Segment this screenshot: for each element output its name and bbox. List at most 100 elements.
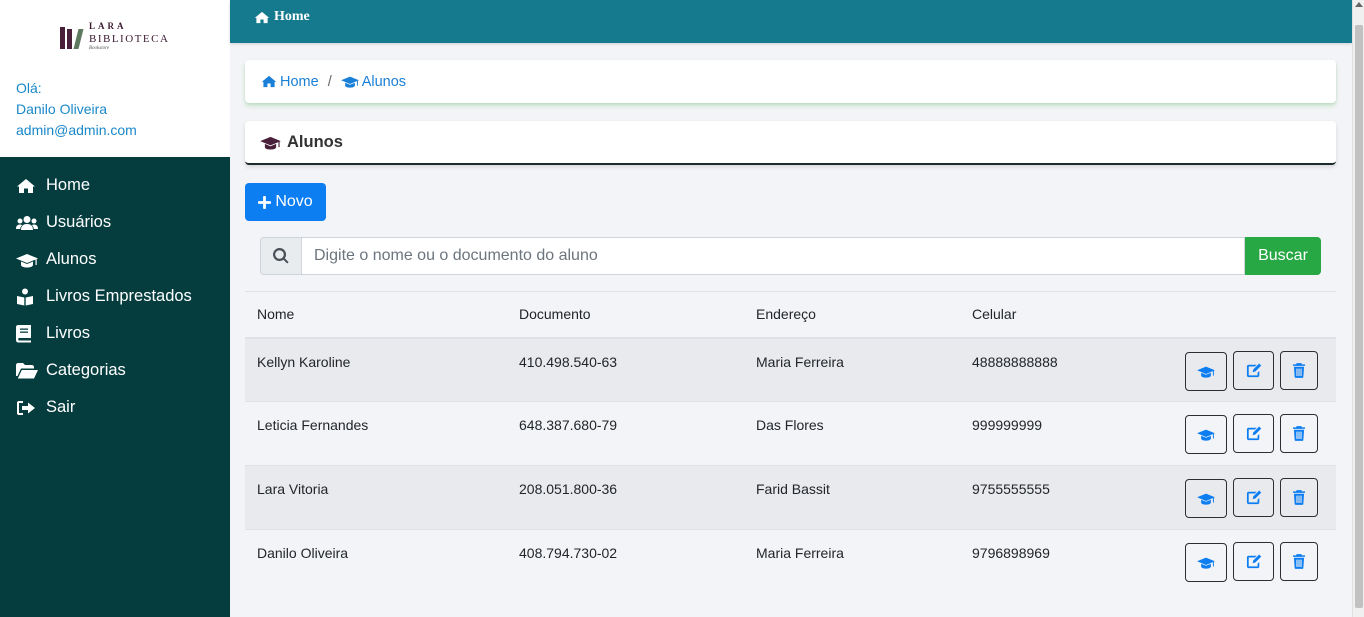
breadcrumb: Home / Alunos	[245, 60, 1336, 103]
cell-documento: 208.051.800-36	[519, 481, 618, 497]
sidebar-item-label: Home	[46, 176, 91, 194]
breadcrumb-alunos-link[interactable]: Alunos	[340, 73, 407, 90]
sidebar-item-label: Alunos	[46, 250, 97, 268]
page-title: Alunos	[287, 132, 343, 151]
table-row: Kellyn Karoline 410.498.540-63 Maria Fer…	[245, 337, 1336, 402]
page-title-card: Alunos	[245, 121, 1336, 165]
view-student-button[interactable]	[1185, 543, 1228, 582]
new-student-button[interactable]: Novo	[245, 183, 326, 221]
cell-actions	[1170, 338, 1336, 402]
breadcrumb-separator: /	[327, 73, 332, 90]
graduation-cap-icon	[1197, 366, 1216, 378]
trash-icon	[1293, 362, 1305, 378]
delete-student-button[interactable]	[1280, 542, 1318, 581]
trash-icon	[1293, 490, 1305, 505]
sidebar-item-home[interactable]: Home	[0, 167, 230, 204]
trash-icon	[1293, 554, 1305, 569]
edit-icon	[1246, 490, 1261, 505]
delete-student-button[interactable]	[1280, 478, 1318, 517]
plus-icon	[258, 195, 272, 209]
delete-student-button[interactable]	[1280, 350, 1318, 390]
search-input[interactable]	[302, 237, 1245, 275]
view-student-button[interactable]	[1185, 415, 1228, 454]
graduation-cap-icon	[260, 136, 281, 150]
folder-open-icon	[16, 362, 38, 380]
breadcrumb-home-label: Home	[280, 73, 319, 90]
edit-student-button[interactable]	[1233, 478, 1275, 517]
sidebar-nav: Home Usuários Alunos Livros Emprestados …	[0, 157, 230, 426]
column-header-documento[interactable]: Documento	[507, 291, 744, 339]
sidebar-item-label: Categorias	[46, 361, 126, 379]
sidebar-item-sair[interactable]: Sair	[0, 389, 230, 426]
cell-documento: 408.794.730-02	[519, 545, 618, 561]
new-button-label: Novo	[275, 193, 313, 210]
cell-celular: 999999999	[972, 417, 1043, 433]
search-addon	[260, 237, 302, 275]
cell-documento: 410.498.540-63	[519, 353, 618, 370]
column-header-actions	[1170, 291, 1336, 339]
table-row: Leticia Fernandes 648.387.680-79 Das Flo…	[245, 401, 1336, 466]
cell-nome: Lara Vitoria	[257, 481, 329, 497]
cell-endereco: Maria Ferreira	[756, 545, 844, 561]
column-header-nome[interactable]: Nome	[245, 291, 507, 339]
scroll-thumb[interactable]	[1355, 25, 1363, 608]
home-icon	[254, 11, 270, 23]
search-bar: Buscar	[260, 237, 1321, 275]
view-student-button[interactable]	[1185, 351, 1228, 391]
graduation-cap-icon	[16, 251, 38, 269]
reader-icon	[16, 288, 38, 306]
search-button[interactable]: Buscar	[1245, 237, 1321, 275]
cell-actions	[1170, 402, 1336, 466]
edit-student-button[interactable]	[1233, 414, 1275, 453]
view-student-button[interactable]	[1185, 479, 1228, 518]
graduation-cap-icon	[1197, 429, 1216, 441]
table-row: Danilo Oliveira 408.794.730-02 Maria Fer…	[245, 529, 1336, 594]
edit-student-button[interactable]	[1233, 542, 1275, 581]
breadcrumb-home-link[interactable]: Home	[261, 74, 319, 90]
logo[interactable]: LARA BIBLIOTECA Bookstore	[60, 22, 169, 51]
sidebar-item-label: Livros	[46, 324, 91, 342]
sign-out-icon	[16, 399, 38, 417]
cell-endereco: Farid Bassit	[756, 481, 830, 497]
topbar-home-link[interactable]: Home	[254, 9, 310, 25]
scroll-up-arrow-icon[interactable]	[1355, 2, 1363, 7]
sidebar: LARA BIBLIOTECA Bookstore Olá: Danilo Ol…	[0, 0, 230, 617]
cell-nome: Leticia Fernandes	[257, 417, 369, 433]
greeting: Olá:	[16, 80, 42, 96]
sidebar-item-usuarios[interactable]: Usuários	[0, 204, 230, 241]
sidebar-item-livros[interactable]: Livros	[0, 315, 230, 352]
delete-student-button[interactable]	[1280, 414, 1318, 453]
books-logo-icon	[60, 25, 84, 49]
graduation-cap-icon	[1197, 557, 1216, 569]
sidebar-item-label: Usuários	[46, 213, 112, 231]
cell-actions	[1170, 530, 1336, 594]
logo-line-1: LARA	[89, 21, 127, 31]
cell-documento: 648.387.680-79	[519, 417, 618, 433]
sidebar-header: LARA BIBLIOTECA Bookstore Olá: Danilo Ol…	[0, 0, 230, 157]
trash-icon	[1293, 426, 1305, 441]
cell-nome: Kellyn Karoline	[257, 353, 351, 370]
logo-line-3: Bookstore	[89, 46, 110, 51]
vertical-scrollbar[interactable]	[1352, 0, 1364, 617]
edit-icon	[1246, 554, 1261, 569]
sidebar-item-categorias[interactable]: Categorias	[0, 352, 230, 389]
user-email: admin@admin.com	[16, 122, 137, 138]
edit-icon	[1246, 426, 1261, 441]
users-icon	[16, 214, 38, 232]
edit-icon	[1246, 363, 1261, 377]
home-icon	[16, 177, 38, 195]
sidebar-item-label: Sair	[46, 398, 76, 416]
sidebar-item-livros-emprestados[interactable]: Livros Emprestados	[0, 278, 230, 315]
home-icon	[261, 75, 277, 88]
search-icon	[273, 248, 289, 264]
column-header-endereco[interactable]: Endereço	[744, 291, 960, 339]
cell-celular: 48888888888	[972, 353, 1058, 370]
column-header-celular[interactable]: Celular	[960, 291, 1170, 339]
user-info: Olá: Danilo Oliveira admin@admin.com	[16, 78, 137, 141]
cell-endereco: Das Flores	[756, 417, 824, 433]
table-row: Lara Vitoria 208.051.800-36 Farid Bassit…	[245, 465, 1336, 530]
breadcrumb-current-label: Alunos	[361, 73, 407, 90]
edit-student-button[interactable]	[1233, 350, 1275, 390]
cell-celular: 9755555555	[972, 481, 1050, 497]
sidebar-item-alunos[interactable]: Alunos	[0, 241, 230, 278]
